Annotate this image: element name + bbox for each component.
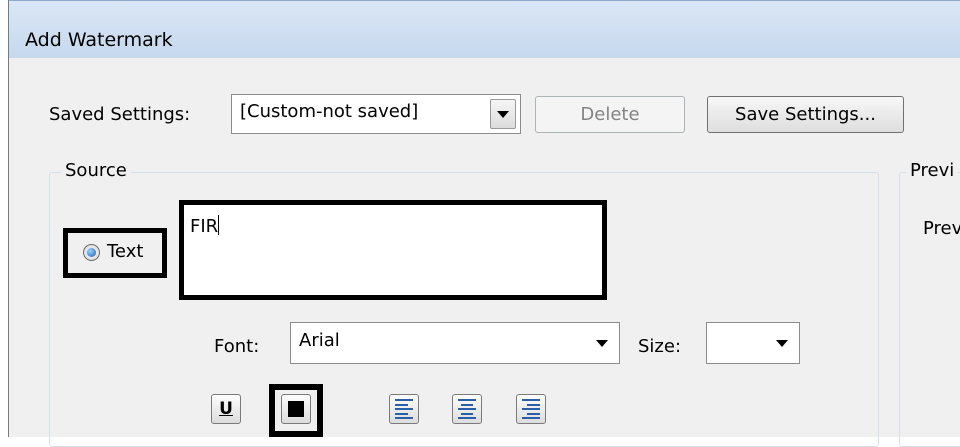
chevron-down-icon[interactable]: [490, 99, 516, 129]
preview-group-title: Previ: [906, 160, 959, 181]
font-value: Arial: [299, 330, 340, 351]
saved-settings-label: Saved Settings:: [49, 104, 191, 125]
size-dropdown[interactable]: [706, 322, 800, 364]
text-radio-label[interactable]: Text: [107, 241, 143, 262]
chevron-down-icon[interactable]: [769, 327, 795, 359]
radio-selected-dot: [87, 248, 96, 257]
align-right-icon: [522, 399, 540, 419]
window-title: Add Watermark: [25, 29, 173, 51]
title-bar[interactable]: Add Watermark: [9, 0, 960, 58]
size-label: Size:: [638, 336, 682, 357]
align-center-button[interactable]: [452, 394, 482, 424]
text-radio[interactable]: [83, 244, 100, 261]
align-left-icon: [395, 399, 413, 419]
align-left-button[interactable]: [389, 394, 419, 424]
align-right-button[interactable]: [516, 394, 546, 424]
save-settings-button[interactable]: Save Settings...: [707, 96, 904, 133]
delete-button[interactable]: Delete: [535, 96, 685, 133]
underline-button[interactable]: U: [211, 394, 241, 424]
watermark-text-value: FIR: [190, 216, 219, 237]
font-label: Font:: [214, 336, 260, 357]
chevron-down-icon[interactable]: [589, 327, 615, 359]
color-swatch-icon: [288, 401, 304, 417]
saved-settings-value: [Custom-not saved]: [240, 101, 419, 122]
saved-settings-dropdown[interactable]: [Custom-not saved]: [231, 94, 521, 134]
source-group-title: Source: [61, 160, 131, 181]
preview-group: [899, 172, 960, 447]
watermark-text-input[interactable]: FIR: [179, 200, 607, 300]
add-watermark-dialog: Add Watermark Saved Settings: [Custom-no…: [8, 0, 960, 447]
underline-icon: U: [219, 398, 233, 419]
text-caret: [218, 215, 220, 235]
font-dropdown[interactable]: Arial: [290, 322, 620, 364]
align-center-icon: [458, 399, 476, 419]
preview-label: Prev: [923, 218, 960, 239]
text-color-button[interactable]: [281, 394, 311, 424]
